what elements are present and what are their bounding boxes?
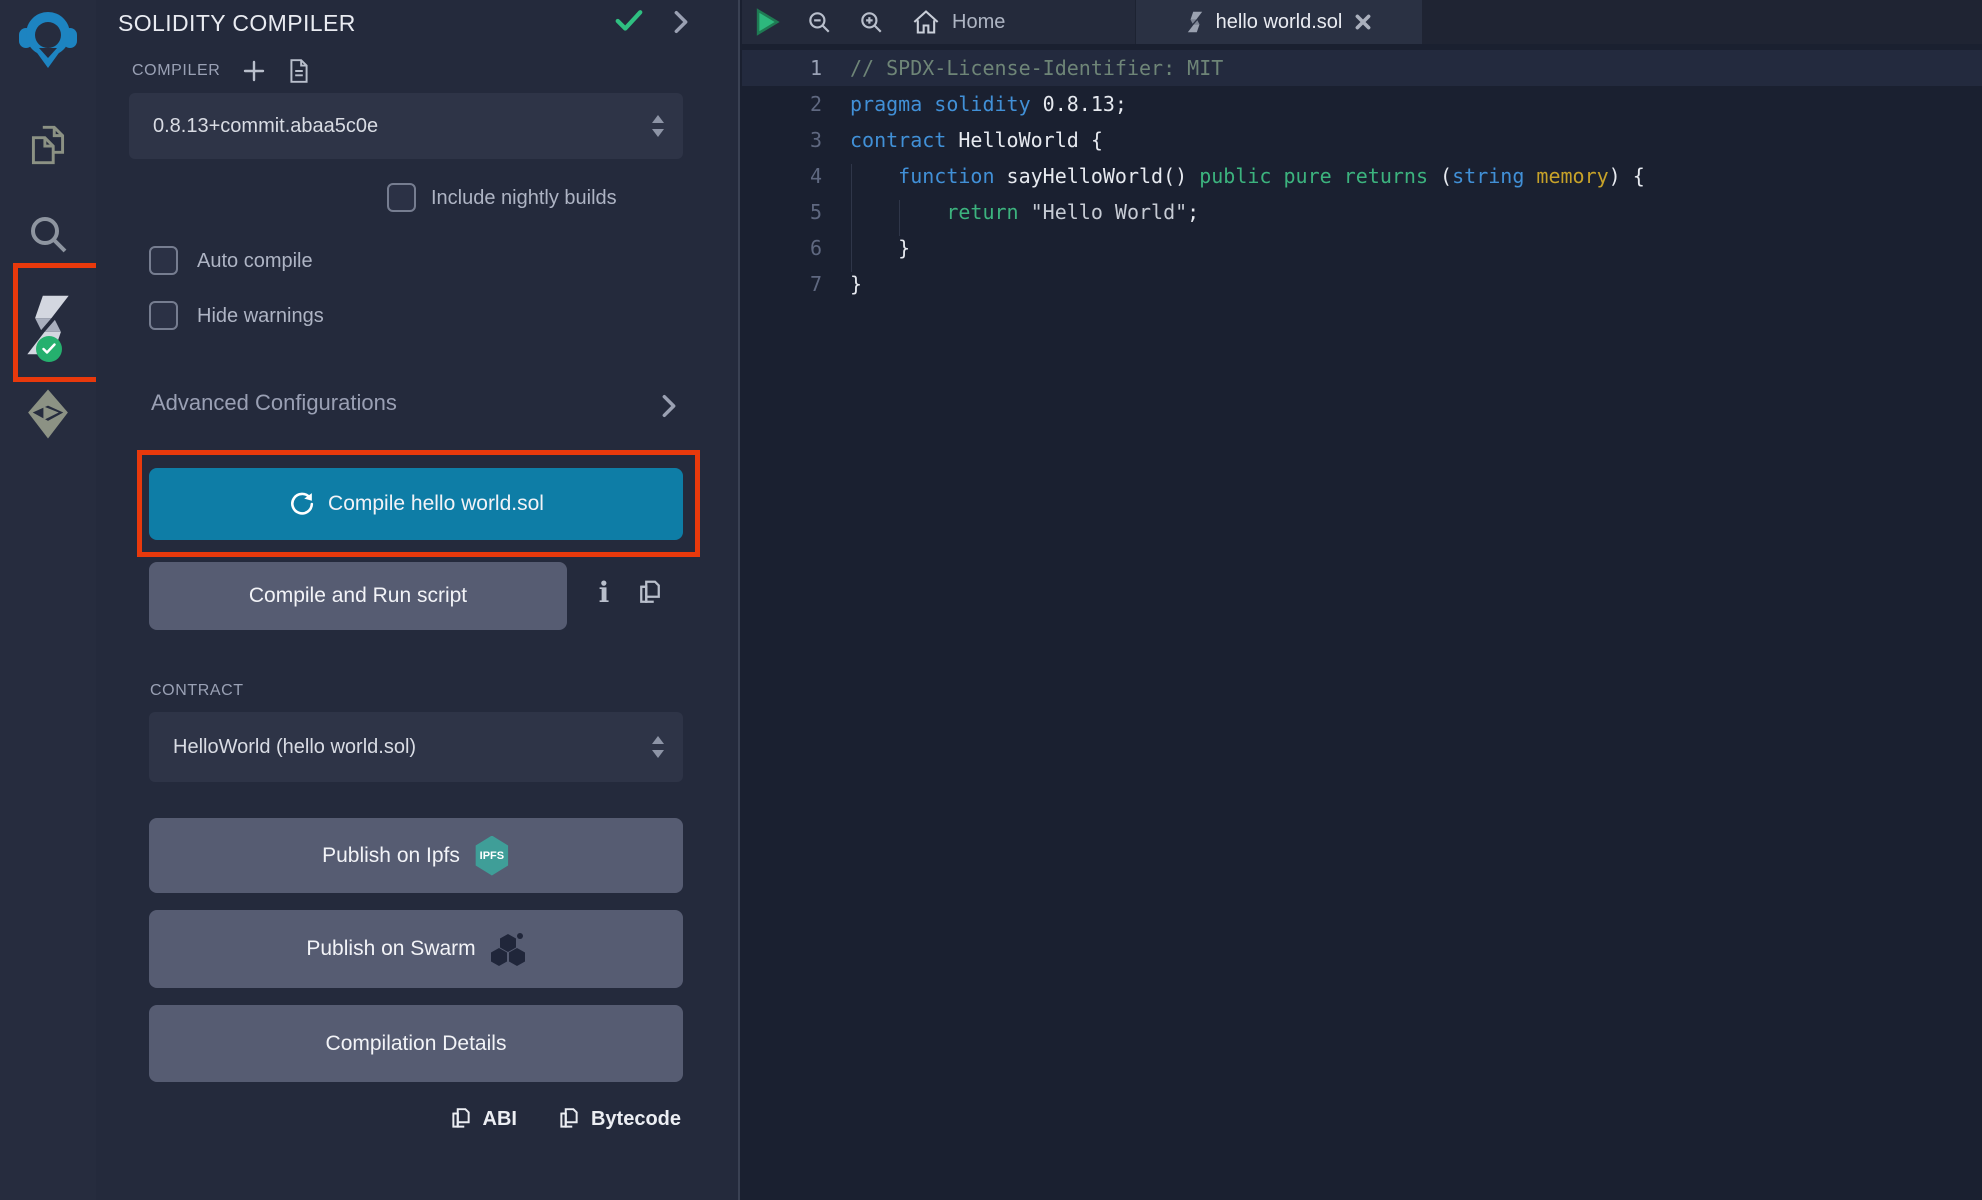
ipfs-icon: IPFS	[474, 836, 510, 876]
select-arrows-icon	[651, 736, 665, 758]
line-number: 3	[742, 128, 822, 152]
advanced-configurations-chevron-icon[interactable]	[661, 394, 677, 418]
remix-logo-icon[interactable]	[0, 6, 96, 74]
code-line-3[interactable]: 3contract HelloWorld {	[742, 122, 1982, 158]
copy-icon	[449, 1105, 473, 1133]
code-line-text: contract HelloWorld {	[822, 128, 1103, 152]
tab-home-label: Home	[952, 11, 1005, 34]
compile-button[interactable]: Compile hello world.sol	[149, 468, 683, 540]
tab-bar-empty-area	[1422, 0, 1982, 44]
annotation-rectangle-compiler-icon	[13, 263, 107, 382]
code-line-5[interactable]: 5 return "Hello World";	[742, 194, 1982, 230]
code-content[interactable]: 1// SPDX-License-Identifier: MIT2pragma …	[742, 50, 1982, 302]
zoom-in-icon[interactable]	[858, 9, 884, 35]
compiler-config-file-icon[interactable]	[288, 58, 310, 84]
contract-select[interactable]: HelloWorld (hello world.sol)	[149, 712, 683, 782]
compiler-version-select[interactable]: 0.8.13+commit.abaa5c0e	[129, 93, 683, 159]
include-nightly-checkbox[interactable]	[387, 183, 416, 212]
contract-selected-value: HelloWorld (hello world.sol)	[173, 736, 416, 759]
publish-on-ipfs-label: Publish on Ipfs	[322, 844, 460, 868]
publish-on-swarm-button[interactable]: Publish on Swarm	[149, 910, 683, 988]
auto-compile-checkbox[interactable]	[149, 246, 178, 275]
zoom-out-icon[interactable]	[806, 9, 832, 35]
remix-ide-window: SOLIDITY COMPILER COMPILER	[0, 0, 1982, 1200]
copy-abi-button[interactable]: ABI	[449, 1105, 517, 1133]
code-line-text: return "Hello World";	[822, 200, 1199, 224]
compiler-version-value: 0.8.13+commit.abaa5c0e	[153, 115, 378, 138]
swarm-icon	[490, 932, 526, 966]
copy-bytecode-button[interactable]: Bytecode	[557, 1105, 681, 1133]
abi-label: ABI	[483, 1108, 517, 1131]
code-line-4[interactable]: 4 function sayHelloWorld() public pure r…	[742, 158, 1982, 194]
publish-on-swarm-label: Publish on Swarm	[306, 937, 475, 961]
line-number: 1	[742, 56, 822, 80]
compiler-section-label: COMPILER	[132, 62, 220, 80]
file-explorer-icon[interactable]	[0, 120, 96, 170]
tab-active-label: hello world.sol	[1216, 11, 1343, 34]
tab-hello-world-sol[interactable]: hello world.sol	[1135, 0, 1423, 44]
abi-bytecode-row: ABI Bytecode	[449, 1105, 681, 1133]
code-line-7[interactable]: 7}	[742, 266, 1982, 302]
compilation-details-label: Compilation Details	[326, 1032, 507, 1056]
code-line-text: pragma solidity 0.8.13;	[822, 92, 1127, 116]
indent-guide	[851, 164, 852, 272]
compile-button-label: Compile hello world.sol	[328, 492, 544, 516]
compilation-details-button[interactable]: Compilation Details	[149, 1005, 683, 1082]
solidity-file-icon	[1186, 10, 1204, 34]
copy-icon	[557, 1105, 581, 1133]
auto-compile-label: Auto compile	[197, 250, 313, 273]
line-number: 2	[742, 92, 822, 116]
panel-title: SOLIDITY COMPILER	[118, 10, 356, 37]
code-line-1[interactable]: 1// SPDX-License-Identifier: MIT	[742, 50, 1982, 86]
code-editor: Home hello world.sol 1// SPDX-License-Id…	[742, 0, 1982, 1200]
publish-on-ipfs-button[interactable]: Publish on Ipfs IPFS	[149, 818, 683, 893]
compiled-check-icon	[614, 8, 644, 34]
add-compiler-icon[interactable]	[242, 59, 266, 83]
editor-tab-bar: Home hello world.sol	[742, 0, 1982, 44]
code-line-text: }	[822, 272, 862, 296]
copy-icon[interactable]	[636, 578, 664, 608]
hide-warnings-label: Hide warnings	[197, 305, 324, 328]
code-line-6[interactable]: 6 }	[742, 230, 1982, 266]
line-number: 6	[742, 236, 822, 260]
compile-and-run-button[interactable]: Compile and Run script	[149, 562, 567, 630]
run-script-play-icon[interactable]	[754, 8, 780, 36]
info-icon[interactable]: i	[594, 576, 614, 609]
close-tab-icon[interactable]	[1354, 13, 1372, 31]
solidity-compiler-panel: SOLIDITY COMPILER COMPILER	[96, 0, 740, 1200]
include-nightly-label: Include nightly builds	[431, 187, 617, 210]
code-line-text: // SPDX-License-Identifier: MIT	[822, 56, 1223, 80]
deploy-and-run-icon[interactable]	[0, 388, 96, 440]
code-line-text: function sayHelloWorld() public pure ret…	[822, 164, 1645, 188]
home-icon	[912, 9, 940, 35]
panel-expand-chevron-icon[interactable]	[672, 10, 690, 34]
line-number: 5	[742, 200, 822, 224]
code-line-2[interactable]: 2pragma solidity 0.8.13;	[742, 86, 1982, 122]
search-icon[interactable]	[0, 210, 96, 258]
select-arrows-icon	[651, 115, 665, 137]
contract-section-label: CONTRACT	[150, 682, 244, 700]
line-number: 7	[742, 272, 822, 296]
hide-warnings-checkbox[interactable]	[149, 301, 178, 330]
indent-guide	[899, 200, 900, 236]
line-number: 4	[742, 164, 822, 188]
compile-and-run-label: Compile and Run script	[249, 584, 467, 608]
refresh-icon	[288, 491, 314, 517]
activity-bar	[0, 0, 97, 1200]
code-line-text: }	[822, 236, 910, 260]
bytecode-label: Bytecode	[591, 1108, 681, 1131]
tab-home[interactable]: Home	[894, 0, 1023, 44]
advanced-configurations-toggle[interactable]: Advanced Configurations	[151, 390, 397, 416]
